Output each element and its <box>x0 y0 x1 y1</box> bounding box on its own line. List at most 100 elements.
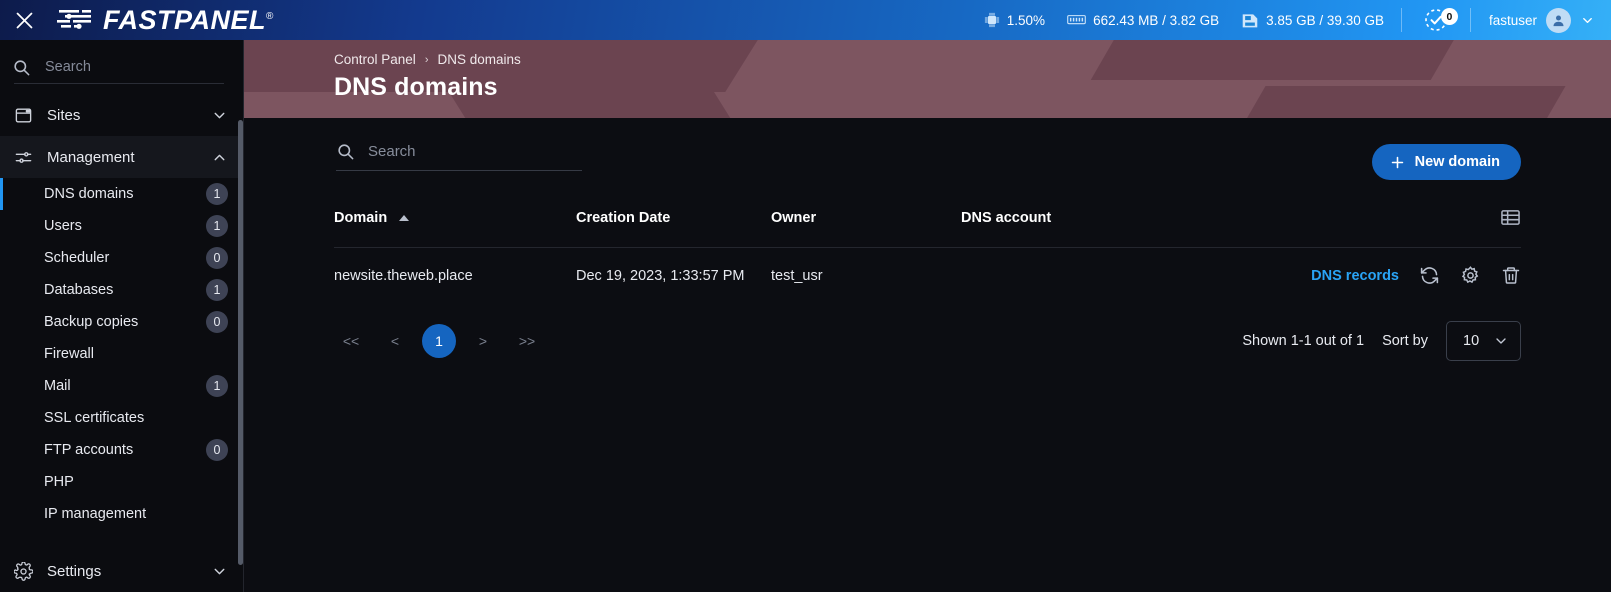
chevron-up-icon[interactable] <box>211 149 228 166</box>
cell-domain: newsite.theweb.place <box>334 267 473 284</box>
user-menu[interactable]: fastuser <box>1477 7 1601 33</box>
sidebar-group-sites[interactable]: Sites <box>0 94 244 136</box>
brand-text: FASTPANEL <box>103 4 267 35</box>
pagination-prev-button[interactable]: < <box>378 324 412 358</box>
top-bar: FASTPANEL® 1.50% 662.43 MB / 3.82 GB 3.8… <box>0 0 1611 40</box>
table-body: newsite.theweb.place Dec 19, 2023, 1:33:… <box>334 247 1521 304</box>
plus-icon <box>1391 156 1403 168</box>
column-header-dns-account[interactable]: DNS account <box>961 202 1129 248</box>
ram-icon <box>1067 15 1086 25</box>
sidebar-item-dns-domains[interactable]: DNS domains 1 <box>0 178 244 210</box>
page-size-select[interactable]: 10 <box>1446 321 1521 361</box>
tasks-button[interactable]: 0 <box>1408 6 1464 34</box>
table-search[interactable] <box>336 142 582 171</box>
breadcrumb-link-control-panel[interactable]: Control Panel <box>334 52 416 67</box>
chevron-down-icon <box>1496 338 1506 344</box>
disk-value: 3.85 GB / 39.30 GB <box>1266 12 1384 28</box>
sidebar-item-scheduler[interactable]: Scheduler 0 <box>0 242 244 274</box>
sidebar-item-ftp-accounts[interactable]: FTP accounts 0 <box>0 434 244 466</box>
sidebar-group-label: Management <box>47 148 135 166</box>
column-header-owner[interactable]: Owner <box>771 202 961 248</box>
brand-name: FASTPANEL® <box>103 5 274 36</box>
refresh-icon <box>1420 267 1439 284</box>
column-label: Domain <box>334 209 388 226</box>
pagination-last-button[interactable]: >> <box>510 324 544 358</box>
fastpanel-mark-icon <box>57 10 91 29</box>
column-header-domain[interactable]: Domain <box>334 202 576 248</box>
table-header-row: Domain Creation Date Owner DNS account <box>334 202 1521 248</box>
table-head: Domain Creation Date Owner DNS account <box>334 202 1521 248</box>
brand-logo[interactable]: FASTPANEL® <box>57 5 274 36</box>
row-actions: DNS records <box>1129 265 1521 286</box>
sidebar-item-ip-management[interactable]: IP management <box>0 498 244 530</box>
page-controls: << < 1 > >> <box>334 324 544 358</box>
sidebar-search-underline <box>14 83 224 84</box>
breadcrumb-current: DNS domains <box>437 52 521 67</box>
sidebar-item-firewall[interactable]: Firewall <box>0 338 244 370</box>
sidebar-item-ssl-certificates[interactable]: SSL certificates <box>0 402 244 434</box>
pagination-next-button[interactable]: > <box>466 324 500 358</box>
trash-icon <box>1502 267 1520 284</box>
new-domain-button[interactable]: New domain <box>1371 144 1521 180</box>
sidebar-item-label: PHP <box>44 474 74 490</box>
disk-stat[interactable]: 3.85 GB / 39.30 GB <box>1230 12 1395 29</box>
cell-dns-account <box>961 248 1129 304</box>
table-search-input[interactable] <box>368 143 558 160</box>
sidebar-group-management[interactable]: Management <box>0 136 244 178</box>
disk-icon <box>1242 13 1258 27</box>
domains-table: Domain Creation Date Owner DNS account n… <box>334 202 1521 303</box>
gear-icon <box>14 561 33 581</box>
sidebar-item-php[interactable]: PHP <box>0 466 244 498</box>
chevron-down-icon[interactable] <box>1580 13 1595 28</box>
sidebar-item-badge: 1 <box>206 375 228 397</box>
column-label: DNS account <box>961 209 1052 226</box>
sidebar: Sites Management DNS domains 1 Users 1 S… <box>0 40 244 592</box>
refresh-button[interactable] <box>1419 265 1440 286</box>
brand-registered-mark: ® <box>266 10 274 22</box>
cell-owner: test_usr <box>771 267 823 284</box>
sidebar-item-badge: 1 <box>206 183 228 205</box>
pagination-summary: Shown 1-1 out of 1 Sort by 10 <box>1242 321 1521 361</box>
sidebar-search[interactable] <box>0 40 244 94</box>
column-header-creation-date[interactable]: Creation Date <box>576 202 771 248</box>
cpu-stat[interactable]: 1.50% <box>973 12 1056 28</box>
sidebar-item-backup-copies[interactable]: Backup copies 0 <box>0 306 244 338</box>
search-icon <box>14 59 30 75</box>
shown-count-label: Shown 1-1 out of 1 <box>1242 333 1365 349</box>
column-label: Creation Date <box>576 209 671 226</box>
domains-table-wrapper: Domain Creation Date Owner DNS account n… <box>244 202 1611 303</box>
sites-icon <box>15 107 32 123</box>
chevron-down-icon[interactable] <box>211 107 228 124</box>
tasks-count-badge: 0 <box>1440 8 1458 25</box>
settings-button[interactable] <box>1460 265 1481 286</box>
close-icon <box>16 12 32 28</box>
sidebar-item-badge: 0 <box>206 311 228 333</box>
table-row[interactable]: newsite.theweb.place Dec 19, 2023, 1:33:… <box>334 247 1521 304</box>
sidebar-search-input[interactable] <box>45 59 205 75</box>
sidebar-item-label: IP management <box>44 506 147 522</box>
delete-button[interactable] <box>1501 265 1521 286</box>
chevron-down-icon[interactable] <box>211 563 228 580</box>
sidebar-item-label: DNS domains <box>44 186 134 202</box>
pagination-first-button[interactable]: << <box>334 324 368 358</box>
dns-records-link[interactable]: DNS records <box>1311 268 1399 284</box>
sidebar-item-databases[interactable]: Databases 1 <box>0 274 244 306</box>
column-settings-button[interactable] <box>1129 208 1521 227</box>
username-label: fastuser <box>1488 12 1537 28</box>
ram-stat[interactable]: 662.43 MB / 3.82 GB <box>1056 12 1230 28</box>
sort-by-label: Sort by <box>1382 333 1428 349</box>
cell-creation-date: Dec 19, 2023, 1:33:57 PM <box>576 267 745 284</box>
page-title: DNS domains <box>334 73 498 101</box>
close-button[interactable] <box>0 0 48 40</box>
new-domain-label: New domain <box>1414 154 1500 170</box>
sidebar-item-label: Databases <box>44 282 114 298</box>
user-icon <box>1553 15 1564 26</box>
sidebar-divider <box>243 40 244 592</box>
sidebar-group-settings[interactable]: Settings <box>0 550 244 592</box>
pagination-page-1[interactable]: 1 <box>422 324 456 358</box>
sidebar-item-users[interactable]: Users 1 <box>0 210 244 242</box>
sidebar-item-badge: 1 <box>206 215 228 237</box>
toolbar: New domain <box>244 118 1611 202</box>
sidebar-item-mail[interactable]: Mail 1 <box>0 370 244 402</box>
breadcrumb-separator-icon: › <box>424 53 429 66</box>
